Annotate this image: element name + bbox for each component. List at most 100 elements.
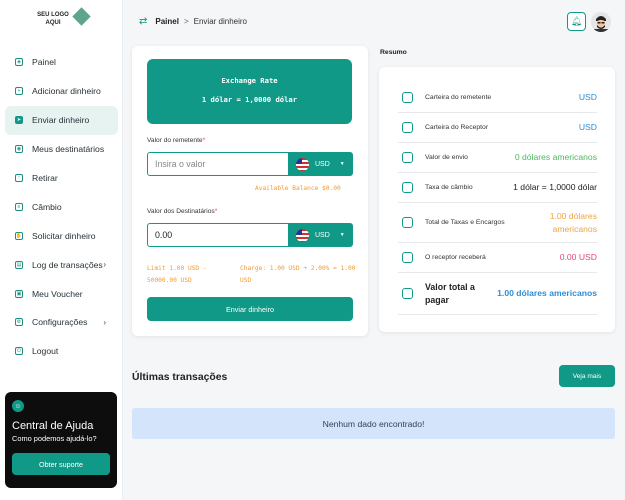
summary-value: 0.00 USD — [559, 252, 597, 262]
summary-value: USD — [578, 122, 597, 132]
breadcrumb-root[interactable]: Painel — [155, 17, 179, 26]
transfer-arrows-icon: ⇄ — [139, 16, 148, 27]
summary-row-exchange-rate: Taxa de câmbio 1 dólar = 1,0000 dólar — [398, 173, 597, 203]
sidebar-item-label: Adicionar dinheiro — [32, 86, 101, 97]
sidebar-item-log-de-transacoes[interactable]: ▤ Log de transações › — [5, 250, 118, 279]
summary-title: Resumo — [380, 49, 407, 56]
summary-value: 0 dólares americanos — [514, 152, 597, 162]
sender-currency-select[interactable]: USD ▼ — [288, 153, 352, 175]
summary-row-send-amount: Valor de envio 0 dólares americanos — [398, 143, 597, 173]
sender-currency-value: USD — [315, 160, 330, 168]
breadcrumb: ⇄ Painel > Enviar dinheiro — [139, 16, 247, 27]
withdraw-icon: ↑ — [15, 174, 23, 182]
sidebar-item-label: Retirar — [32, 173, 58, 183]
sidebar-item-label: Meu Voucher — [32, 288, 83, 299]
sidebar-item-label: Log de transações — [32, 259, 103, 270]
summary-card: Carteira do remetente USD Carteira do Re… — [379, 67, 615, 332]
avatar-icon — [591, 12, 611, 32]
summary-label: Valor total a pagar — [425, 281, 475, 305]
us-flag-icon — [296, 228, 309, 242]
recipient-amount-input[interactable]: 0.00 — [148, 224, 288, 246]
settings-icon: ⚙ — [15, 318, 23, 327]
summary-label: Total de Taxas e Encargos — [425, 219, 505, 226]
sidebar-item-label: Solicitar dinheiro — [32, 230, 96, 241]
receive-icon — [402, 252, 413, 263]
sidebar-item-meu-voucher[interactable]: ▣ Meu Voucher — [5, 279, 118, 308]
get-support-button[interactable]: Obter suporte — [12, 453, 110, 475]
sender-amount-field: Insira o valor USD ▼ — [147, 152, 353, 176]
summary-label: Carteira do remetente — [425, 94, 492, 101]
summary-label: Valor de envio — [425, 154, 468, 161]
chevron-down-icon: ▼ — [339, 161, 345, 167]
required-mark: * — [202, 137, 206, 144]
available-balance: Available Balance $0.00 — [255, 185, 341, 192]
help-subtitle: Como podemos ajudá-lo? — [12, 434, 97, 443]
breadcrumb-separator: > — [183, 17, 189, 26]
envelope-icon — [402, 152, 413, 163]
summary-row-sender-wallet: Carteira do remetente USD — [398, 83, 597, 113]
sidebar-item-enviar-dinheiro[interactable]: ➤ Enviar dinheiro — [5, 105, 118, 135]
transactions-log-icon: ▤ — [15, 260, 23, 269]
summary-row-total-fees: Total de Taxas e Encargos 1.00 dólares a… — [398, 203, 597, 243]
latest-transactions-title: Últimas transações — [132, 372, 228, 383]
chevron-right-icon: › — [103, 260, 106, 270]
logo[interactable]: SEU LOGO AQUI — [34, 7, 94, 30]
dashboard-icon: ◈ — [15, 58, 23, 67]
sender-amount-label-text: Valor do remetente — [147, 137, 203, 144]
sidebar-item-adicionar-dinheiro[interactable]: + Adicionar dinheiro — [5, 77, 118, 106]
help-title: Central de Ajuda — [12, 420, 94, 432]
send-money-button[interactable]: Enviar dinheiro — [147, 297, 353, 321]
recipient-amount-field: 0.00 USD ▼ — [147, 223, 353, 247]
sidebar-nav: ◈ Painel + Adicionar dinheiro ➤ Enviar d… — [5, 48, 118, 366]
sidebar-item-retirar[interactable]: ↑ Retirar — [5, 164, 118, 193]
exchange-rate-title: Exchange Rate — [221, 76, 278, 85]
summary-label: Taxa de câmbio — [425, 184, 473, 191]
chevron-down-icon: ▼ — [339, 232, 345, 238]
exchange-rate-value: 1 dólar = 1,0000 dólar — [201, 95, 298, 104]
recipients-icon: ◉ — [15, 145, 23, 154]
exchange-icon — [402, 182, 413, 193]
sidebar-item-logout[interactable]: ⏻ Logout — [5, 337, 118, 366]
sidebar-item-label: Câmbio — [32, 201, 62, 212]
summary-value: 1.00 dólares americanos — [549, 210, 597, 234]
summary-row-receiver-wallet: Carteira do Receptor USD — [398, 113, 597, 143]
notifications-button[interactable]: 🔔︎ — [567, 12, 586, 31]
summary-row-total-payable: Valor total a pagar 1.00 dólares america… — [398, 273, 597, 315]
exchange-rate-banner: Exchange Rate 1 dólar = 1,0000 dólar — [147, 59, 352, 124]
sidebar-item-painel[interactable]: ◈ Painel — [5, 48, 118, 77]
support-icon: ☺ — [12, 400, 24, 412]
help-center-panel: ☺ Central de Ajuda Como podemos ajudá-lo… — [5, 392, 117, 488]
sender-amount-label: Valor do remetente* — [147, 137, 205, 144]
sidebar-item-label: Configurações — [32, 317, 88, 328]
see-more-button[interactable]: Veja mais — [559, 365, 615, 387]
recipient-currency-select[interactable]: USD ▼ — [288, 224, 352, 246]
total-icon — [402, 288, 413, 299]
send-money-icon: ➤ — [15, 116, 23, 125]
limit-text: Limit 1.00 USD - 50000.00 USD — [147, 265, 207, 284]
sender-amount-input[interactable]: Insira o valor — [148, 153, 288, 175]
logout-icon: ⏻ — [15, 347, 23, 356]
breadcrumb-current: Enviar dinheiro — [193, 17, 248, 26]
sidebar-item-cambio[interactable]: ≡ Câmbio — [5, 192, 118, 221]
sidebar-item-label: Meus destinatários — [32, 144, 105, 155]
required-mark: * — [214, 208, 218, 215]
avatar[interactable] — [591, 12, 611, 32]
exchange-icon: ≡ — [15, 202, 23, 211]
summary-label: Carteira do Receptor — [425, 124, 489, 131]
summary-value: 1.00 dólares americanos — [497, 288, 597, 298]
sidebar-item-solicitar-dinheiro[interactable]: ✋ Solicitar dinheiro — [5, 221, 118, 250]
logo-mark-icon — [72, 7, 91, 26]
sidebar-item-label: Enviar dinheiro — [32, 115, 90, 126]
wallet-icon — [402, 122, 413, 133]
add-money-icon: + — [15, 87, 23, 96]
recipient-amount-label-text: Valor dos Destinatários — [147, 208, 215, 215]
sidebar-item-meus-destinatarios[interactable]: ◉ Meus destinatários — [5, 135, 118, 164]
sidebar-item-label: Painel — [32, 57, 56, 68]
us-flag-icon — [296, 157, 309, 171]
chevron-right-icon: › — [103, 317, 106, 327]
sidebar-item-label: Logout — [32, 346, 59, 357]
logo-text: SEU LOGO AQUI — [37, 12, 69, 26]
voucher-icon: ▣ — [15, 289, 23, 298]
sidebar-item-configuracoes[interactable]: ⚙ Configurações › — [5, 308, 118, 337]
wallet-icon — [402, 92, 413, 103]
